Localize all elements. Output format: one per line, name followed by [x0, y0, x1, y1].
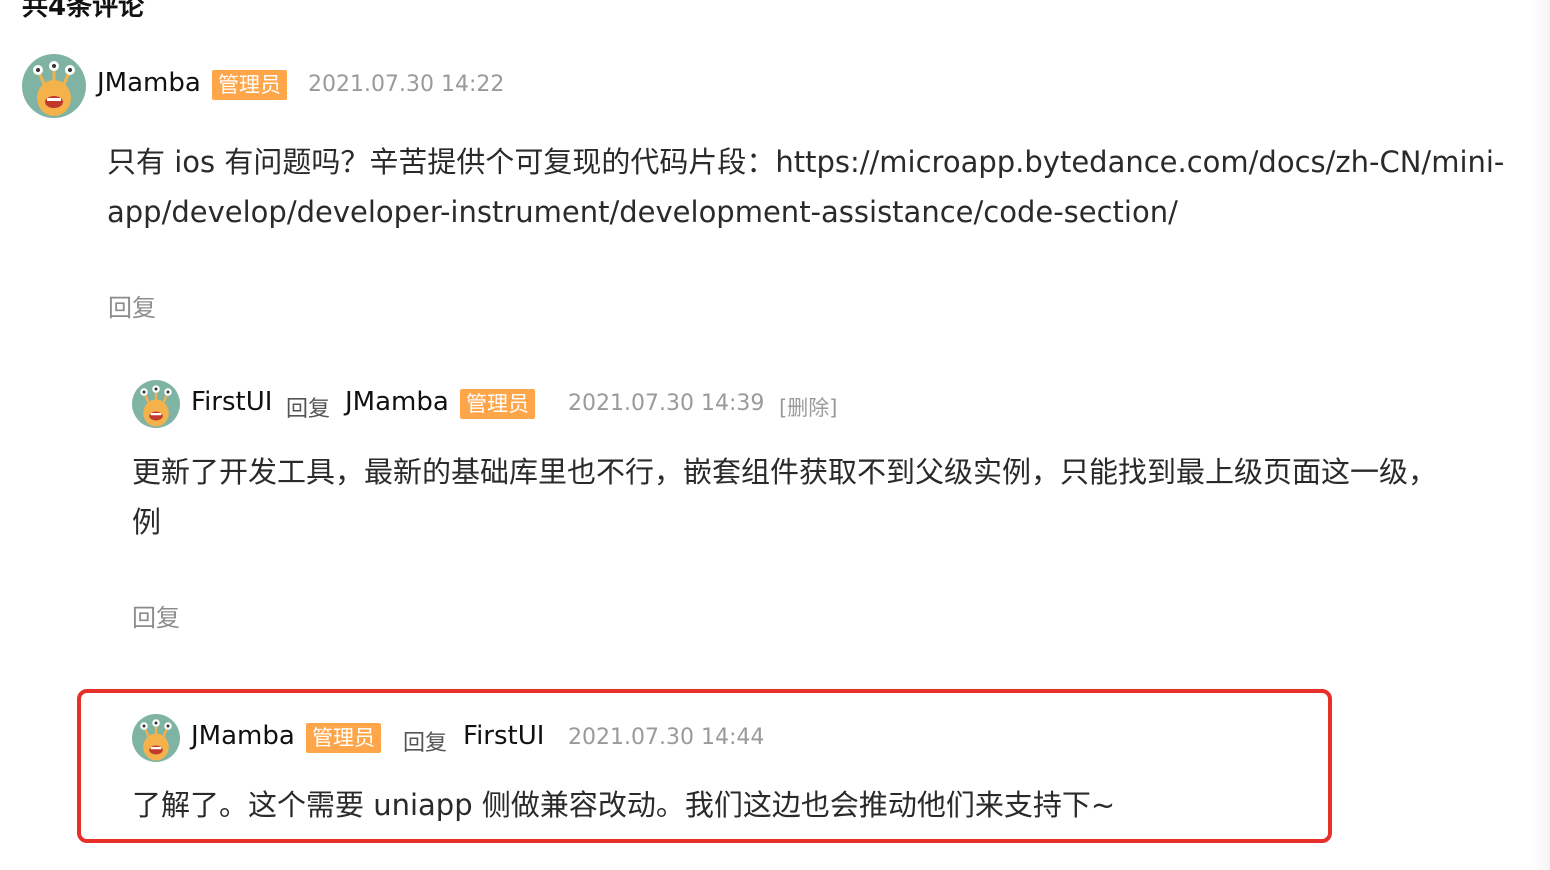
- comment-text-line: 更新了开发工具，最新的基础库里也不行，嵌套组件获取不到父级实例，只能找到最上级页…: [132, 455, 1438, 489]
- comments-count-title: 共4条评论: [22, 0, 145, 22]
- comment-text-line: 了解了。这个需要 uniapp 侧做兼容改动。我们这边也会推动他们来支持下~: [132, 788, 1116, 822]
- reply-button[interactable]: 回复: [108, 288, 156, 323]
- avatar[interactable]: [132, 380, 180, 428]
- reply-target-author[interactable]: FirstUI: [463, 721, 544, 751]
- scroll-edge-shadow: [1532, 0, 1550, 870]
- reply-target-author[interactable]: JMamba: [345, 387, 449, 417]
- comment-author[interactable]: JMamba: [97, 68, 201, 98]
- reply-indicator: 回复: [286, 397, 331, 422]
- reply-button[interactable]: 回复: [132, 598, 180, 633]
- comment-text-line: 例: [132, 505, 162, 539]
- monster-avatar-icon: [132, 380, 180, 428]
- admin-badge: 管理员: [212, 70, 287, 100]
- admin-badge: 管理员: [460, 389, 535, 419]
- comment-timestamp: 2021.07.30 14:44: [568, 725, 765, 750]
- comment-timestamp: 2021.07.30 14:39: [568, 391, 765, 416]
- comment-author[interactable]: JMamba: [191, 721, 295, 751]
- reply-indicator: 回复: [403, 731, 448, 756]
- delete-button[interactable]: [删除]: [779, 392, 837, 422]
- avatar[interactable]: [22, 54, 86, 118]
- admin-badge: 管理员: [306, 723, 381, 753]
- comment-text-line: 只有 ios 有问题吗？辛苦提供个可复现的代码片段：https://microa…: [107, 145, 1505, 179]
- monster-avatar-icon: [132, 714, 180, 762]
- comment-text-line: app/develop/developer-instrument/develop…: [107, 195, 1178, 229]
- avatar[interactable]: [132, 714, 180, 762]
- monster-avatar-icon: [22, 54, 86, 118]
- comment-author[interactable]: FirstUI: [191, 387, 272, 417]
- comment-timestamp: 2021.07.30 14:22: [308, 72, 505, 97]
